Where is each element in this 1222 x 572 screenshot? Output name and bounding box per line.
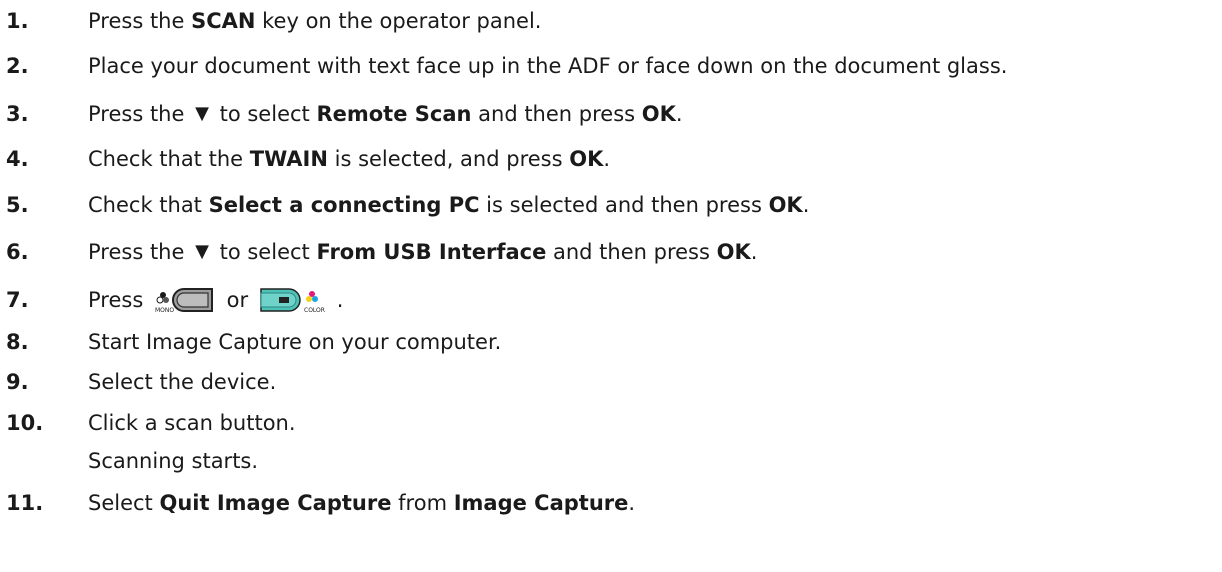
- text-span: .: [675, 102, 683, 126]
- step-number: 10.: [6, 411, 44, 435]
- text-span: to select: [212, 240, 317, 264]
- text-span: Check that the: [88, 147, 250, 171]
- step-text: Place your document with text face up in…: [88, 49, 1007, 83]
- mono-key-icon: MONO: [154, 285, 216, 315]
- svg-text:COLOR: COLOR: [304, 307, 325, 314]
- step-number: 6.: [6, 240, 29, 264]
- text-span: .: [802, 193, 810, 217]
- text-span: Select: [88, 491, 160, 515]
- text-span: Press the: [88, 9, 192, 33]
- text-span: Start Image Capture on your computer.: [88, 330, 502, 354]
- bold-term: OK: [569, 147, 604, 171]
- text-span: or: [219, 288, 255, 312]
- text-span: Press the: [88, 240, 192, 264]
- text-span: .: [603, 147, 611, 171]
- bold-term: OK: [641, 102, 676, 126]
- bold-term: From USB Interface: [316, 240, 547, 264]
- color-key-icon: COLOR: [259, 285, 333, 315]
- bold-term: Image Capture: [453, 491, 629, 515]
- down-arrow-icon: ▼: [195, 241, 209, 262]
- text-span: is selected, and press: [327, 147, 570, 171]
- step-text: Press the ▼ to select Remote Scan and th…: [88, 97, 683, 131]
- down-arrow-icon: ▼: [195, 103, 209, 124]
- text-span: and then press: [471, 102, 642, 126]
- text-span: .: [628, 491, 636, 515]
- text-span: key on the operator panel.: [255, 9, 542, 33]
- text-span: to select: [212, 102, 317, 126]
- color-dots: [305, 291, 318, 302]
- step-number: 11.: [6, 491, 44, 515]
- step-number: 3.: [6, 102, 29, 126]
- step-number: 7.: [6, 288, 29, 312]
- text-span: from: [391, 491, 454, 515]
- bold-term: Quit Image Capture: [159, 491, 392, 515]
- text-span: Click a scan button.: [88, 411, 296, 435]
- step-text: Select the device.: [88, 365, 276, 399]
- text-span: Press: [88, 288, 150, 312]
- text-span: Scanning starts.: [88, 449, 259, 473]
- text-span: .: [750, 240, 758, 264]
- bold-term: OK: [716, 240, 751, 264]
- bold-term: Remote Scan: [316, 102, 472, 126]
- text-span: Check that: [88, 193, 209, 217]
- text-span: Select the device.: [88, 370, 277, 394]
- step-number: 1.: [6, 9, 29, 33]
- step-number: 9.: [6, 370, 29, 394]
- text-span: Place your document with text face up in…: [88, 54, 1008, 78]
- step-text: Press the SCAN key on the operator panel…: [88, 4, 541, 38]
- step-text: Start Image Capture on your computer.: [88, 325, 501, 359]
- step-number: 5.: [6, 193, 29, 217]
- step-number: 4.: [6, 147, 29, 171]
- step-text: Scanning starts.: [88, 444, 258, 478]
- bold-term: OK: [768, 193, 803, 217]
- text-span: is selected and then press: [479, 193, 769, 217]
- step-text: Check that Select a connecting PC is sel…: [88, 188, 809, 222]
- svg-text:MONO: MONO: [155, 307, 174, 314]
- mono-dots: [156, 292, 169, 304]
- step-text: Check that the TWAIN is selected, and pr…: [88, 142, 610, 176]
- step-number: 8.: [6, 330, 29, 354]
- bold-term: SCAN: [191, 9, 256, 33]
- step-text: Click a scan button.: [88, 406, 296, 440]
- instruction-list: 1. Press the SCAN key on the operator pan…: [0, 0, 1222, 572]
- step-number: 2.: [6, 54, 29, 78]
- step-text: Select Quit Image Capture from Image Cap…: [88, 486, 635, 520]
- text-span: and then press: [546, 240, 717, 264]
- text-span: .: [336, 288, 344, 312]
- step-text: Press the ▼ to select From USB Interface…: [88, 235, 757, 269]
- step-text: Press MONO or COLOR .: [88, 283, 343, 317]
- text-span: Press the: [88, 102, 192, 126]
- bold-term: TWAIN: [249, 147, 328, 171]
- bold-term: Select a connecting PC: [208, 193, 480, 217]
